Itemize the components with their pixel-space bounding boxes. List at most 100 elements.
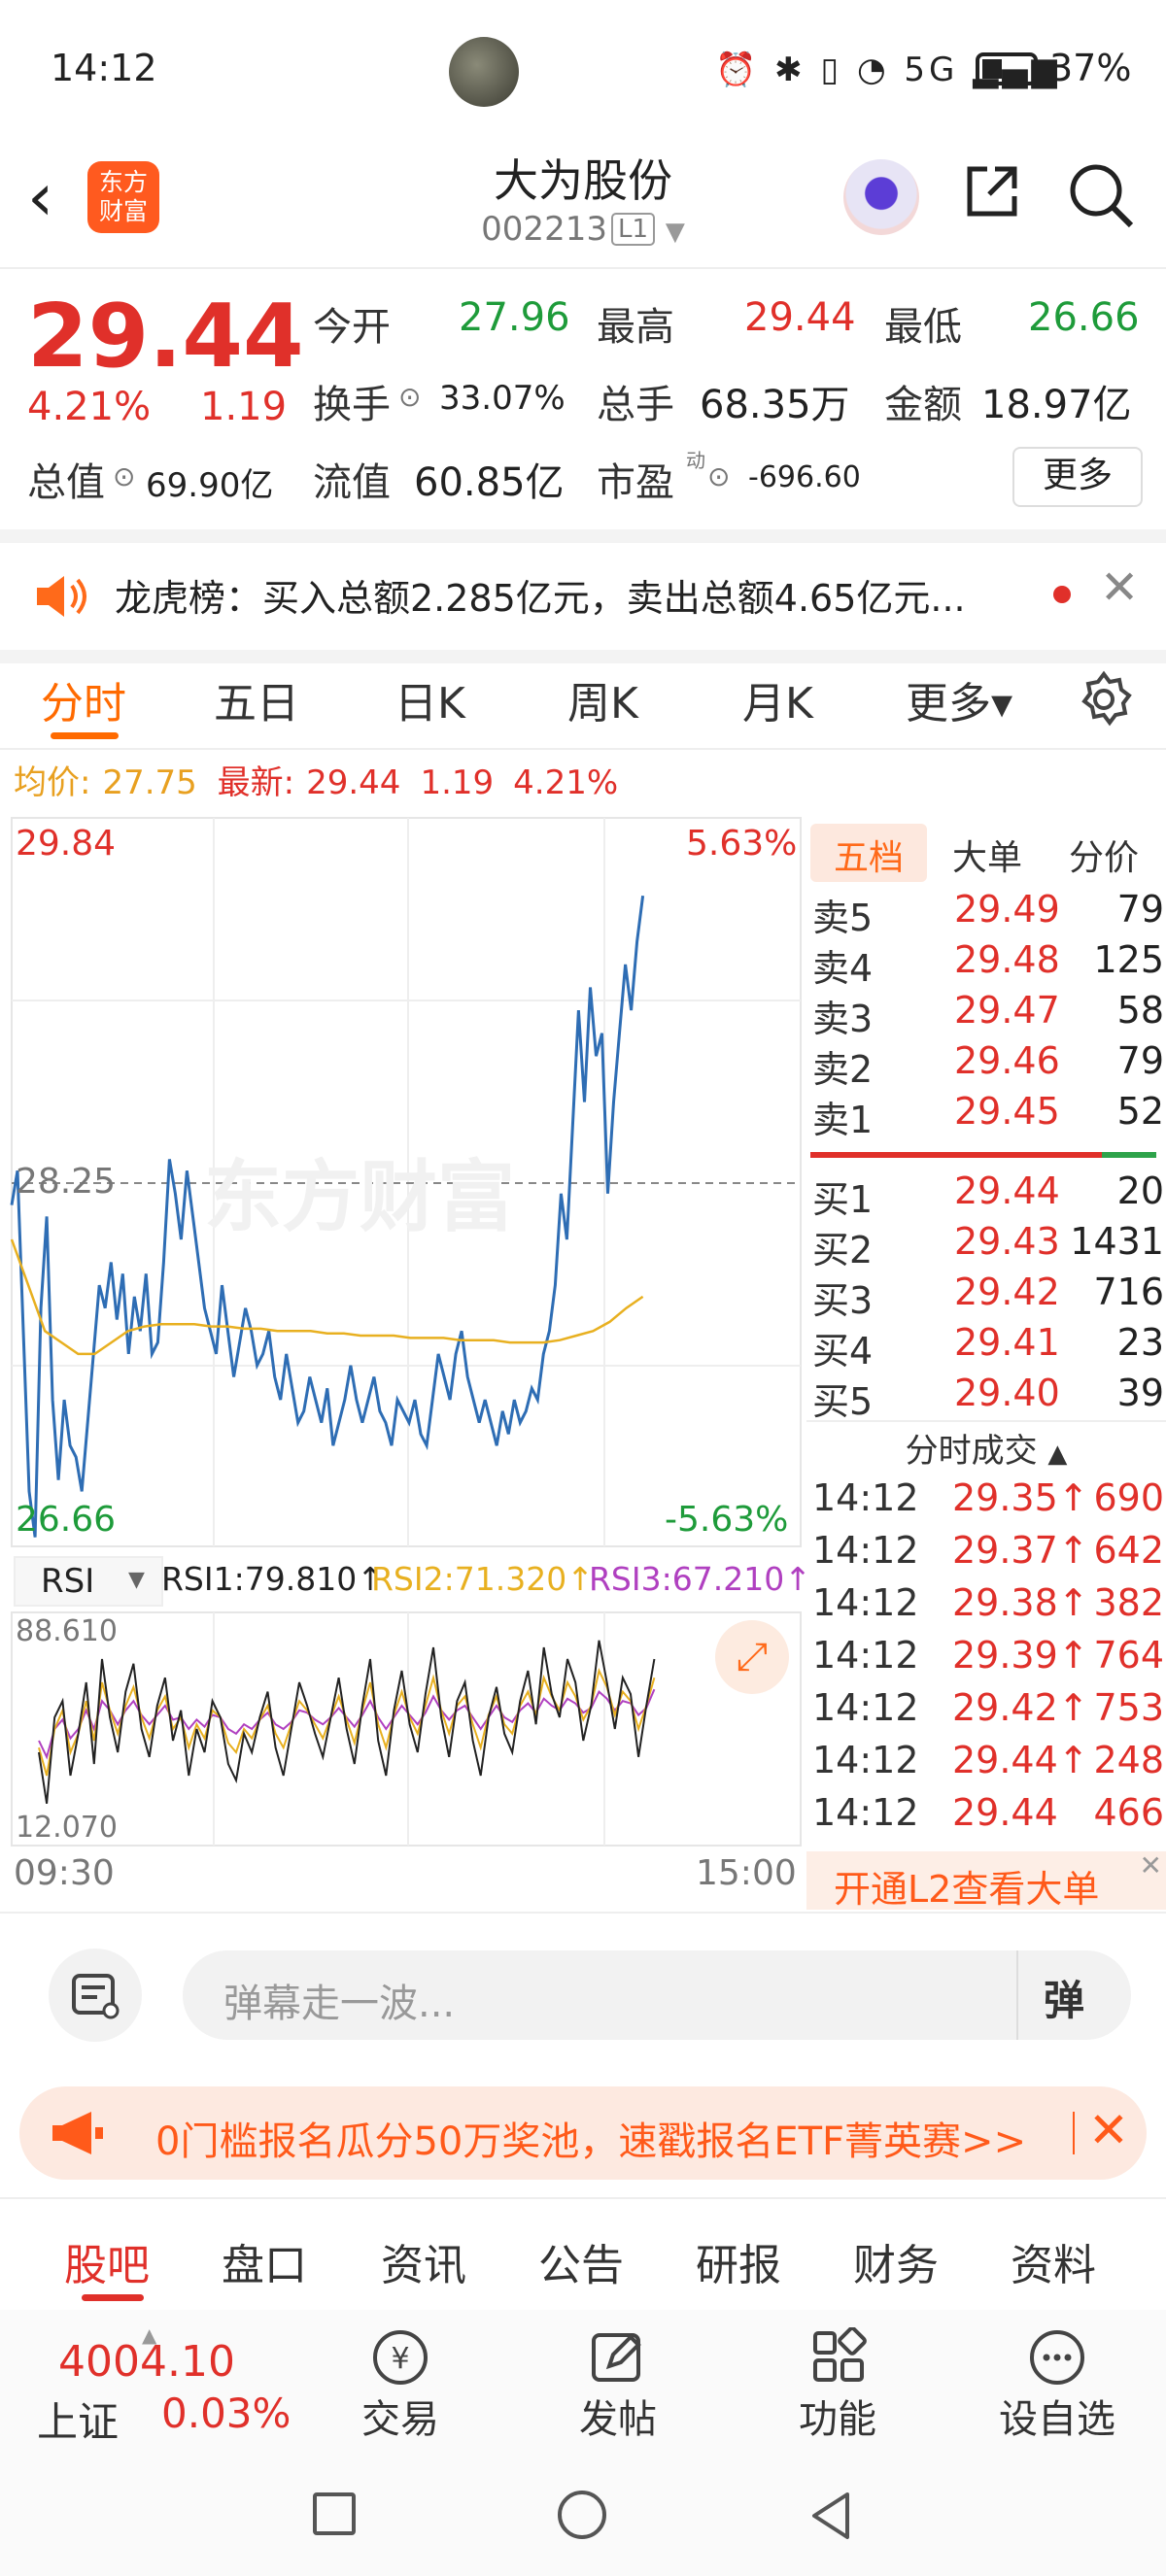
index-ticker[interactable]: ▲ 4004.10 上证 0.03% [29,2323,301,2446]
intraday-chart[interactable]: 东方财富 29.84 5.63% 28.25 26.66 -5.63% RSI … [10,816,811,1893]
tab-announcements[interactable]: 公告 [538,2230,624,2292]
level-badge: L1 [610,213,655,246]
add-watchlist-button[interactable]: 设自选 [979,2327,1135,2444]
divider [1073,2112,1075,2154]
gear-icon[interactable] [1075,670,1133,729]
tick-price: 29.39↑ [952,1634,1089,1677]
l2-upgrade-button[interactable]: 开通L2查看大单 ✕ [806,1849,1166,1911]
ticks-header[interactable]: 分时成交 ▲ [806,1424,1166,1472]
index-name: 上证 [37,2398,120,2446]
bid-volume: 39 [1116,1372,1164,1414]
latest-percent: 4.21% [513,763,619,802]
float-label: 流值 [313,460,391,505]
pe-superscript: 动 [686,449,705,472]
tab-big-orders[interactable]: 大单 [952,830,1022,880]
close-icon[interactable]: ✕ [1140,1849,1162,1881]
ask-label: 卖3 [812,998,874,1040]
tab-five-day[interactable]: 五日 [214,668,299,730]
tab-more[interactable]: 更多▾ [906,668,1012,730]
tick-label: 14:12 [812,1686,919,1729]
info-icon[interactable]: ⊙ [398,381,421,413]
battery-percent: 37% [1049,47,1132,89]
tab-daily-k[interactable]: 日K [394,668,465,730]
bid-volume: 1431 [1070,1220,1164,1263]
tab-weekly-k[interactable]: 周K [567,668,638,730]
bid-volume: 716 [1093,1271,1164,1313]
more-button[interactable]: 更多 [1012,447,1143,507]
rsi-selector-label: RSI [41,1562,95,1601]
info-icon[interactable]: ⊙ [113,460,135,492]
tab-research[interactable]: 研报 [696,2230,781,2292]
amount-label: 金额 [884,383,962,427]
tab-profile[interactable]: 资料 [1011,2230,1096,2292]
danmaku-list-button[interactable] [49,1949,142,2042]
ask-volume: 79 [1116,888,1164,931]
functions-button[interactable]: 功能 [760,2327,915,2444]
tick-row: 14:12 29.38↑ 382 [806,1581,1166,1634]
index-value: 4004.10 [58,2337,235,2387]
tab-news[interactable]: 资讯 [381,2230,466,2292]
share-icon[interactable] [962,161,1022,221]
float-value: 60.85亿 [414,460,565,505]
info-icon[interactable]: ⊙ [707,460,730,492]
battery-icon [976,52,1038,85]
volume-value: 68.35万 [700,383,850,427]
recents-icon[interactable] [313,2492,356,2535]
time-end: 15:00 [696,1853,797,1893]
bid-row: 买5 29.40 39 [806,1372,1166,1423]
axis-min-pct: -5.63% [665,1500,789,1540]
grid-icon [813,2327,867,2382]
tick-volume: 753 [1093,1686,1164,1729]
ask-price: 29.45 [954,1090,1060,1133]
stock-header: 大为股份 002213 L1 ▼ ‹ 东方 财富 [0,146,1166,269]
ask-row: 卖5 29.49 79 [806,888,1166,939]
bid-label: 买1 [812,1178,874,1221]
close-icon[interactable]: ✕ [1100,560,1139,615]
close-icon[interactable]: ✕ [1088,2102,1129,2158]
volume-label: 总手 [597,383,674,427]
low-value: 26.66 [1028,295,1140,340]
amount-value: 18.97亿 [981,383,1132,427]
rsi-selector[interactable]: RSI ▼ [14,1556,163,1607]
back-button[interactable]: ‹ [27,165,53,231]
tab-five-levels[interactable]: 五档 [834,830,904,880]
tab-forum[interactable]: 股吧 [64,2230,150,2292]
ask-label: 卖1 [812,1099,874,1141]
tab-price-distribution[interactable]: 分价 [1069,830,1139,880]
danmaku-input[interactable]: 弹幕走一波... 弹 [183,1950,1131,2040]
tick-price: 29.44↑ [952,1739,1089,1781]
mktcap-value: 69.90亿 [146,466,274,505]
danmaku-toggle-icon[interactable]: 弹 [1044,1968,1084,2027]
back-nav-icon[interactable] [806,2489,855,2543]
promo-banner[interactable]: 0门槛报名瓜分50万奖池，速戳报名ETF菁英赛>> ✕ [19,2086,1147,2180]
tab-financials[interactable]: 财务 [853,2230,939,2292]
price-info-line: 均价: 27.75 最新: 29.44 1.19 4.21% [14,756,618,803]
megaphone-icon [52,2112,103,2154]
ask-price: 29.47 [954,989,1060,1032]
home-icon[interactable] [558,2491,606,2539]
svg-text:¥: ¥ [391,2342,409,2376]
post-button[interactable]: 发帖 [540,2327,696,2444]
bid-row: 买1 29.44 20 [806,1169,1166,1221]
ai-assistant-icon[interactable] [843,159,919,235]
post-label: 发帖 [579,2397,657,2442]
watermark: 东方财富 [204,1152,515,1242]
low-label: 最低 [884,305,962,350]
tab-market-depth[interactable]: 盘口 [222,2230,307,2292]
tab-monthly-k[interactable]: 月K [742,668,813,730]
mktcap-label: 总值 [27,460,105,505]
ticks-title: 分时成交 [905,1432,1038,1471]
notice-bar[interactable]: 龙虎榜：买入总额2.285亿元，卖出总额4.65亿元... ✕ [0,529,1166,663]
chevron-down-icon: ▼ [665,218,685,247]
search-icon[interactable] [1067,161,1135,229]
tab-intraday[interactable]: 分时 [41,668,126,730]
expand-icon[interactable]: ⤢ [715,1620,789,1694]
rsi-axis-bottom: 12.070 [16,1811,118,1845]
tick-volume: 248 [1093,1739,1164,1781]
change-value: 1.19 [200,385,288,429]
logo-line2: 财富 [98,197,148,225]
ask-row: 卖1 29.45 52 [806,1090,1166,1141]
tick-price: 29.37↑ [952,1529,1089,1572]
trade-button[interactable]: ¥ 交易 [323,2327,478,2444]
tick-row: 14:12 29.44↑ 248 [806,1739,1166,1791]
